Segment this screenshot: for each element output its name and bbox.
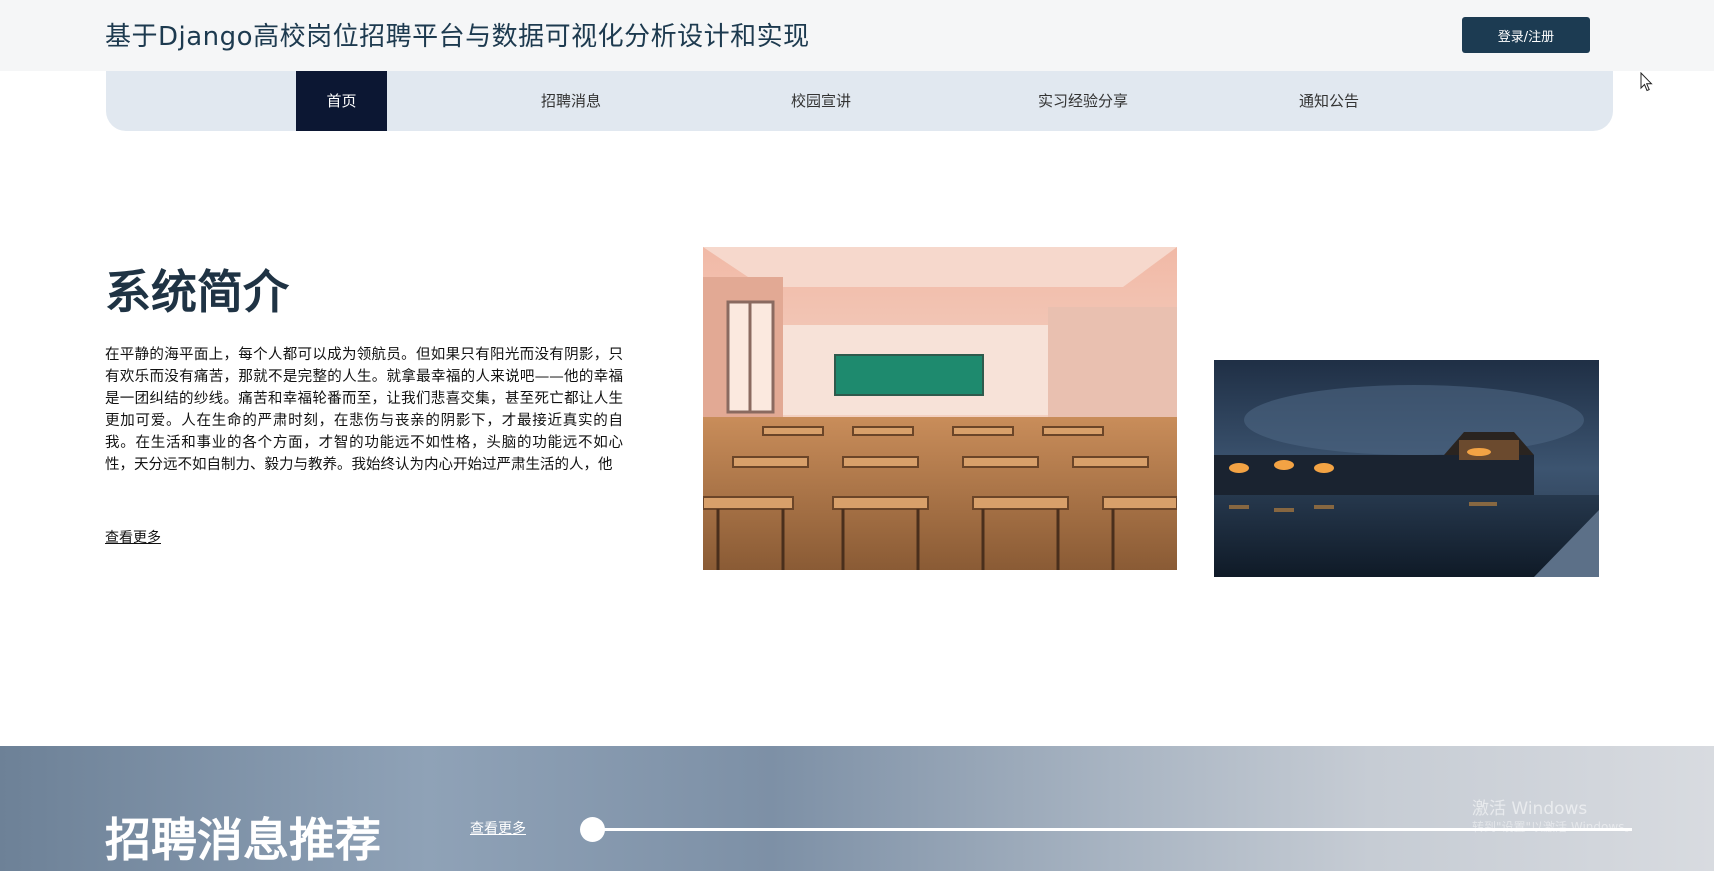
nav-item-home[interactable]: 首页 bbox=[296, 71, 387, 131]
windows-activation-subtext: 转到"设置"以激活 Windows。 bbox=[1472, 820, 1637, 834]
classroom-image bbox=[703, 247, 1177, 570]
login-register-button[interactable]: 登录/注册 bbox=[1462, 17, 1590, 53]
recommend-title: 招聘消息推荐 bbox=[105, 813, 381, 867]
intro-more-link[interactable]: 查看更多 bbox=[105, 527, 161, 547]
nav-item-internship-sharing[interactable]: 实习经验分享 bbox=[1003, 71, 1163, 131]
windows-activation-watermark: 激活 Windows bbox=[1472, 799, 1588, 819]
nav-item-notices[interactable]: 通知公告 bbox=[1269, 71, 1389, 131]
recommend-more-link[interactable]: 查看更多 bbox=[470, 818, 526, 838]
main-nav: 首页 招聘消息 校园宣讲 实习经验分享 通知公告 bbox=[106, 71, 1613, 131]
site-title: 基于Django高校岗位招聘平台与数据可视化分析设计和实现 bbox=[105, 22, 810, 52]
palace-night-image bbox=[1214, 360, 1599, 577]
mouse-cursor-icon bbox=[1640, 72, 1653, 92]
top-header: 基于Django高校岗位招聘平台与数据可视化分析设计和实现 登录/注册 bbox=[0, 0, 1714, 71]
carousel-slider-thumb[interactable] bbox=[580, 817, 605, 842]
intro-text: 在平静的海平面上，每个人都可以成为领航员。但如果只有阳光而没有阴影，只有欢乐而没… bbox=[105, 347, 623, 473]
intro-title: 系统简介 bbox=[105, 265, 289, 319]
recommend-section: 招聘消息推荐 查看更多 激活 Windows 转到"设置"以激活 Windows… bbox=[0, 746, 1714, 871]
nav-item-campus-talks[interactable]: 校园宣讲 bbox=[761, 71, 881, 131]
nav-item-jobs[interactable]: 招聘消息 bbox=[511, 71, 631, 131]
